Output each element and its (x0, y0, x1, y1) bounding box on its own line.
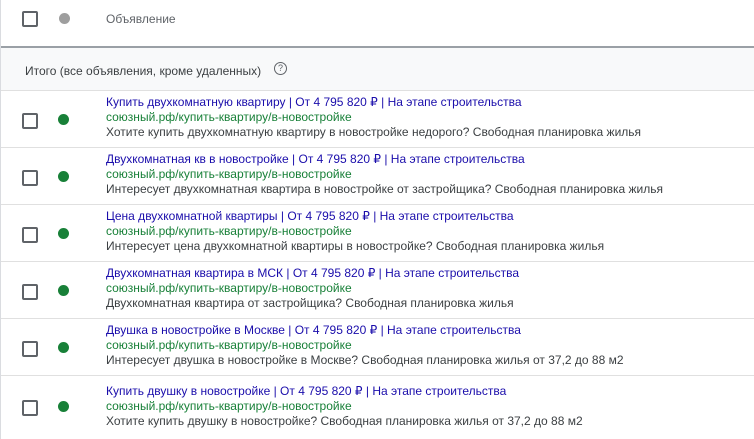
ad-headline[interactable]: Двухкомнатная квартира в МСК | От 4 795 … (106, 266, 750, 281)
row-checkbox[interactable] (22, 113, 38, 129)
ad-display-url: союзный.рф/купить-квартиру/в-новостройке (106, 338, 352, 352)
ad-description: Хотите купить двухкомнатную квартиру в н… (106, 125, 642, 139)
ad-display-url: союзный.рф/купить-квартиру/в-новостройке (106, 399, 352, 413)
ad-description: Интересует цена двухкомнатной квартиры в… (106, 239, 605, 253)
ad-display-url: союзный.рф/купить-квартиру/в-новостройке (106, 110, 352, 124)
ad-preview: Двухкомнатная квартира в МСК | От 4 795 … (106, 266, 750, 311)
ad-preview: Двушка в новостройке в Москве | От 4 795… (106, 323, 750, 368)
table-row: Двухкомнатная кв в новостройке | От 4 79… (1, 148, 754, 205)
ad-headline[interactable]: Купить двухкомнатную квартиру | От 4 795… (106, 95, 750, 110)
ad-headline[interactable]: Двушка в новостройке в Москве | От 4 795… (106, 323, 750, 338)
column-header-ad[interactable]: Объявление (106, 12, 176, 26)
select-all-checkbox[interactable] (22, 11, 38, 27)
row-checkbox[interactable] (22, 341, 38, 357)
ad-display-url: союзный.рф/купить-квартиру/в-новостройке (106, 167, 352, 181)
ad-display-url: союзный.рф/купить-квартиру/в-новостройке (106, 281, 352, 295)
ad-display-url: союзный.рф/купить-квартиру/в-новостройке (106, 224, 352, 238)
ad-headline[interactable]: Цена двухкомнатной квартиры | От 4 795 8… (106, 209, 750, 224)
status-active-icon (58, 401, 69, 412)
ad-headline[interactable]: Купить двушку в новостройке | От 4 795 8… (106, 384, 750, 399)
table-row: Двушка в новостройке в Москве | От 4 795… (1, 319, 754, 376)
ad-preview: Двухкомнатная кв в новостройке | От 4 79… (106, 152, 750, 197)
table-row: Купить двушку в новостройке | От 4 795 8… (1, 376, 754, 439)
ad-preview: Купить двушку в новостройке | От 4 795 8… (106, 384, 750, 429)
total-row: Итого (все объявления, кроме удаленных) … (1, 48, 754, 91)
ad-description: Интересует двушка в новостройке в Москве… (106, 353, 624, 367)
ad-preview: Цена двухкомнатной квартиры | От 4 795 8… (106, 209, 750, 254)
table-row: Двухкомнатная квартира в МСК | От 4 795 … (1, 262, 754, 319)
ad-description: Интересует двухкомнатная квартира в ново… (106, 182, 663, 196)
help-icon[interactable]: ? (274, 62, 287, 75)
ad-preview: Купить двухкомнатную квартиру | От 4 795… (106, 95, 750, 140)
status-active-icon (58, 228, 69, 239)
ad-headline[interactable]: Двухкомнатная кв в новостройке | От 4 79… (106, 152, 750, 167)
row-checkbox[interactable] (22, 284, 38, 300)
total-label: Итого (все объявления, кроме удаленных) (25, 64, 262, 78)
ads-table: Объявление Итого (все объявления, кроме … (0, 0, 754, 439)
row-checkbox[interactable] (22, 400, 38, 416)
status-active-icon (58, 285, 69, 296)
status-active-icon (58, 342, 69, 353)
table-header-row: Объявление (1, 0, 754, 48)
status-active-icon (58, 114, 69, 125)
row-checkbox[interactable] (22, 170, 38, 186)
table-row: Купить двухкомнатную квартиру | От 4 795… (1, 91, 754, 148)
row-checkbox[interactable] (22, 227, 38, 243)
status-column-icon (59, 13, 70, 24)
table-row: Цена двухкомнатной квартиры | От 4 795 8… (1, 205, 754, 262)
ad-description: Хотите купить двушку в новостройке? Своб… (106, 414, 583, 428)
status-active-icon (58, 171, 69, 182)
ad-description: Двухкомнатная квартира от застройщика? С… (106, 296, 514, 310)
